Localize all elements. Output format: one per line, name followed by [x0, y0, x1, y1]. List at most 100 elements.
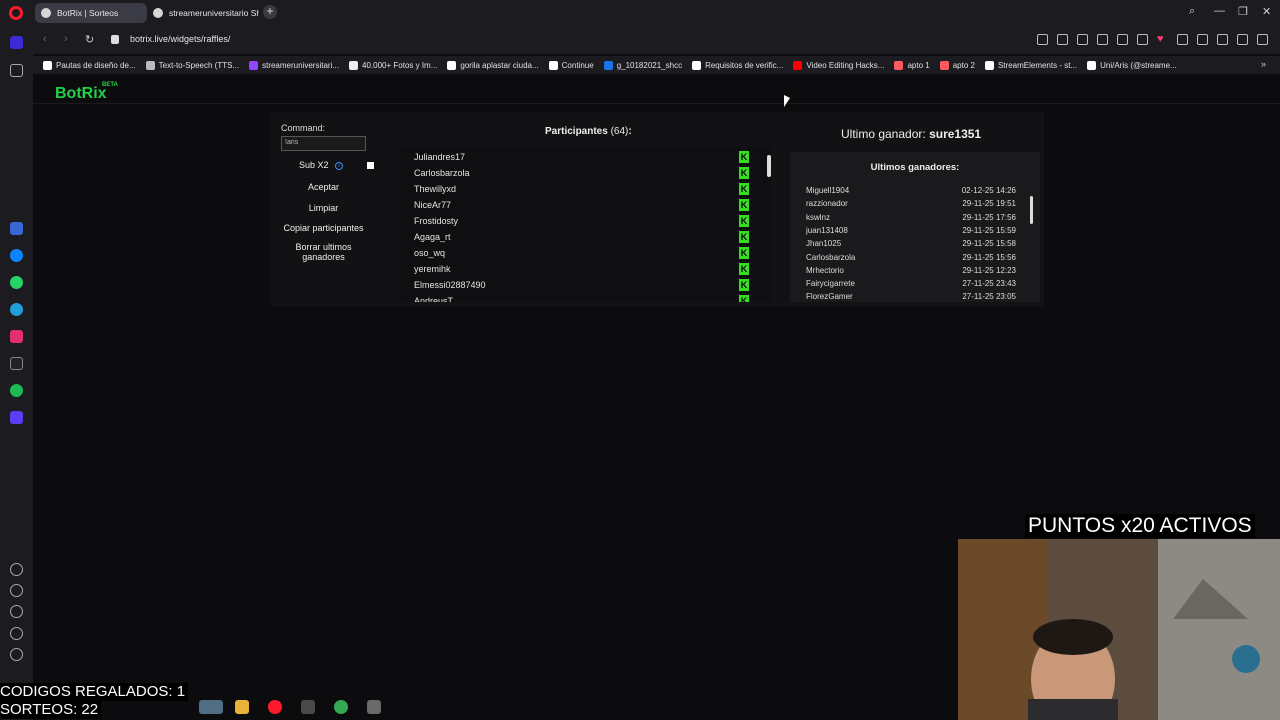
shield-icon[interactable] [1097, 34, 1108, 45]
menu-icon[interactable] [1197, 34, 1208, 45]
telegram-icon[interactable] [10, 303, 23, 316]
sub-x2-checkbox[interactable] [367, 162, 374, 169]
edit-icon[interactable] [1057, 34, 1068, 45]
botrix-logo[interactable]: BotRix [55, 85, 107, 103]
bookmark-label: Continue [561, 60, 594, 70]
bookmark-item[interactable]: StreamElements - st... [984, 60, 1077, 70]
winner-name: Jhan1025 [806, 239, 842, 249]
scroll-thumb[interactable] [1030, 196, 1033, 224]
delete-winners-button[interactable]: Borrar ultimos ganadores [281, 242, 366, 262]
participants-list[interactable]: Juliandres17 K Carlosbarzola K Thewillyxd K Ni… [401, 147, 771, 302]
bookmark-item[interactable]: apto 1 [894, 60, 930, 70]
bookmark-item[interactable]: Requisitos de verific... [692, 60, 783, 70]
settings-icon[interactable] [10, 627, 23, 640]
bookmark-item[interactable]: Pautas de diseño de... [43, 60, 136, 70]
kick-icon: K [739, 231, 749, 243]
app-icon[interactable] [301, 700, 315, 714]
winner-name: razzionador [806, 199, 848, 209]
winner-date: 29-11-25 15:56 [962, 252, 1016, 262]
back-icon[interactable]: ‹ [43, 33, 47, 45]
vpn-icon[interactable] [1117, 34, 1128, 45]
scroll-thumb[interactable] [767, 155, 771, 177]
address-bar: ‹ › ↻ botrix.live/widgets/raffles/ ♥ [33, 26, 1280, 54]
url-field[interactable]: botrix.live/widgets/raffles/ [130, 34, 230, 44]
bookmark-item[interactable]: gorila aplastar ciuda... [447, 60, 539, 70]
forward-icon[interactable]: › [64, 33, 68, 45]
clear-button[interactable]: Limpiar [281, 203, 366, 213]
bookmark-item[interactable]: g_10182021_shcc [603, 60, 683, 70]
wallet-icon[interactable] [1237, 34, 1248, 45]
bookmark-favicon-icon [548, 60, 558, 70]
copy-participants-button[interactable]: Copiar participantes [281, 223, 366, 233]
puntos-overlay: PUNTOS x20 ACTIVOS [1025, 514, 1255, 538]
winner-date: 29-11-25 12:23 [962, 265, 1016, 275]
bookmark-item[interactable]: Video Editing Hacks... [793, 60, 884, 70]
profile-icon[interactable] [1217, 34, 1228, 45]
aria-icon[interactable] [10, 222, 23, 235]
winner-name: Miguell1904 [806, 186, 850, 195]
winner-date: 29-11-25 15:58 [962, 239, 1016, 249]
opera-icon[interactable] [268, 700, 282, 714]
participant-row: Thewillyxd K [414, 181, 749, 197]
participant-name: Elmessi02887490 [414, 280, 486, 290]
camera-icon[interactable] [1077, 34, 1088, 45]
easy-setup-icon[interactable] [1257, 34, 1268, 45]
bookmark-item[interactable]: streameruniversitari... [249, 60, 340, 70]
tips-icon[interactable] [10, 648, 23, 661]
chrome-icon[interactable] [334, 700, 348, 714]
winner-name: juan131408 [806, 225, 848, 235]
bookmark-item[interactable]: Uni/Aris (@streame... [1087, 60, 1177, 70]
bookmarks-more-icon[interactable]: » [1261, 59, 1266, 69]
accept-button[interactable]: Aceptar [281, 182, 366, 192]
winner-name: Mrhectorio [806, 265, 844, 275]
winner-name: FlorezGamer [806, 292, 853, 302]
bookmark-item[interactable]: Text-to-Speech (TTS... [145, 60, 239, 70]
home-icon[interactable] [10, 36, 23, 49]
instagram-icon[interactable] [10, 330, 23, 343]
winner-date: 29-11-25 17:56 [962, 212, 1016, 222]
bookmark-item[interactable]: 40.000+ Fotos y Im... [349, 60, 437, 70]
participants-label: Participantes [545, 126, 608, 137]
bookmark-label: g_10182021_shcc [616, 60, 683, 70]
new-tab-button[interactable]: + [263, 5, 277, 19]
whatsapp-icon[interactable] [10, 276, 23, 289]
spotify-icon[interactable] [10, 384, 23, 397]
winner-row: juan131408 29-11-25 15:59 [806, 226, 1016, 239]
thumbnail-icon[interactable] [199, 700, 223, 714]
tab-botrix[interactable]: BotRix | Sorteos [35, 3, 147, 23]
download-icon[interactable] [1177, 34, 1188, 45]
x-icon[interactable] [10, 357, 23, 370]
player-icon[interactable] [10, 411, 23, 424]
extensions-icon[interactable] [10, 605, 23, 618]
history-icon[interactable] [10, 584, 23, 597]
heart-icon[interactable] [10, 563, 23, 576]
mouse-cursor-icon [784, 95, 790, 107]
play-icon[interactable] [1137, 34, 1148, 45]
tab-shop[interactable]: streameruniversitario Shop [147, 3, 259, 23]
winner-name: Carlosbarzola [806, 252, 856, 262]
winner-date: 29-11-25 19:51 [962, 199, 1016, 209]
close-window-icon[interactable]: ✕ [1262, 5, 1271, 18]
bookmark-label: streameruniversitari... [262, 60, 340, 70]
tab-bar: BotRix | Sorteos streameruniversitario S… [0, 0, 1280, 26]
search-icon[interactable] [1037, 34, 1048, 45]
window-icon[interactable] [367, 700, 381, 714]
search-tabs-icon[interactable]: ⌕ [1189, 5, 1195, 18]
bookmark-favicon-icon [692, 60, 702, 70]
opera-logo-icon[interactable] [9, 6, 23, 20]
bookmark-item[interactable]: Continue [548, 60, 594, 70]
minimize-icon[interactable]: — [1214, 5, 1225, 17]
restore-icon[interactable]: ❐ [1238, 5, 1248, 18]
command-input[interactable]: !aris [281, 136, 366, 151]
winner-row: Carlosbarzola 29-11-25 15:56 [806, 253, 1016, 266]
winners-scrollbar[interactable] [1030, 188, 1034, 226]
star-icon[interactable] [10, 64, 23, 77]
info-icon[interactable]: i [335, 162, 343, 170]
messenger-icon[interactable] [10, 249, 23, 262]
participants-scrollbar[interactable] [767, 147, 772, 302]
bookmark-item[interactable]: apto 2 [939, 60, 975, 70]
reload-icon[interactable]: ↻ [85, 33, 94, 46]
folder-icon[interactable] [235, 700, 249, 714]
heart-icon[interactable]: ♥ [1157, 34, 1168, 45]
kick-icon: K [739, 247, 749, 259]
